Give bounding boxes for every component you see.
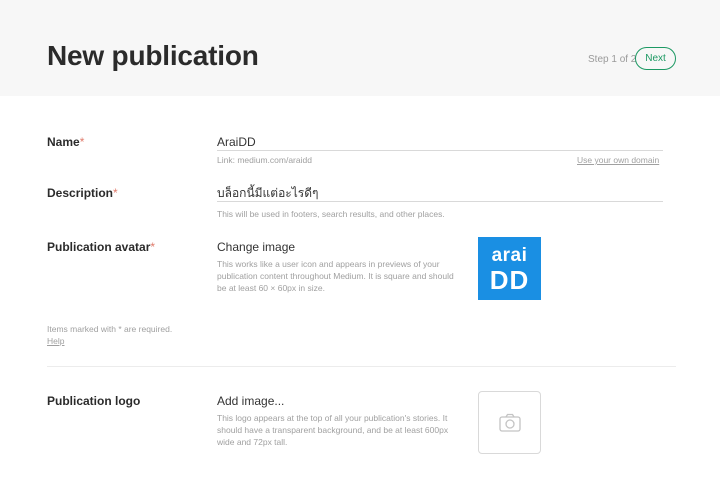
publication-link-hint: Link: medium.com/araidd bbox=[217, 155, 312, 165]
camera-icon bbox=[499, 413, 521, 432]
description-field-underline bbox=[217, 201, 663, 202]
publication-avatar-image[interactable]: arai DD bbox=[478, 237, 541, 300]
name-field-underline bbox=[217, 150, 663, 151]
name-label-text: Name bbox=[47, 135, 80, 149]
help-link[interactable]: Help bbox=[47, 336, 64, 347]
required-mark: * bbox=[150, 240, 156, 254]
avatar-hint: This works like a user icon and appears … bbox=[217, 259, 454, 293]
next-button[interactable]: Next bbox=[635, 47, 676, 70]
avatar-label-text: Publication avatar bbox=[47, 240, 151, 254]
change-image-button[interactable]: Change image bbox=[217, 239, 295, 255]
logo-hint: This logo appears at the top of all your… bbox=[217, 413, 449, 447]
avatar-label: Publication avatar* bbox=[47, 239, 155, 255]
add-image-button[interactable]: Add image... bbox=[217, 393, 284, 409]
avatar-text-line1: arai bbox=[491, 245, 528, 266]
step-indicator: Step 1 of 2 bbox=[588, 54, 637, 65]
name-field[interactable]: AraiDD bbox=[217, 134, 663, 150]
page-title: New publication bbox=[47, 40, 259, 71]
description-label-text: Description bbox=[47, 186, 114, 200]
required-fields-note: Items marked with * are required. bbox=[47, 324, 173, 334]
logo-upload-placeholder[interactable] bbox=[478, 391, 541, 454]
avatar-text-line2: DD bbox=[489, 265, 530, 295]
name-label: Name* bbox=[47, 134, 84, 150]
description-field[interactable]: บล็อกนี้มีแต่อะไรดีๆ bbox=[217, 185, 663, 201]
description-hint: This will be used in footers, search res… bbox=[217, 209, 445, 219]
required-mark: * bbox=[113, 186, 118, 200]
logo-label: Publication logo bbox=[47, 394, 141, 408]
required-mark: * bbox=[79, 135, 85, 149]
description-label: Description* bbox=[47, 185, 118, 201]
use-own-domain-link[interactable]: Use your own domain bbox=[577, 155, 659, 166]
section-divider bbox=[47, 366, 676, 367]
